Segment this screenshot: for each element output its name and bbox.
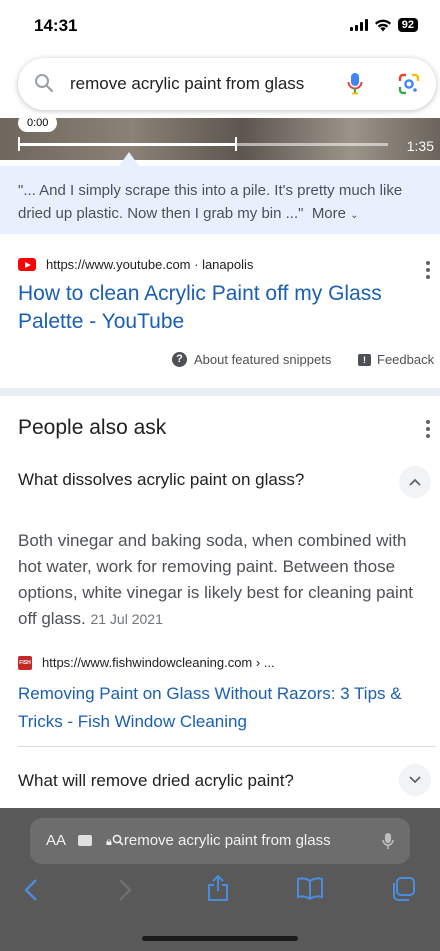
chevron-down-icon: ⌄: [350, 210, 359, 221]
voice-search-mic-icon[interactable]: [347, 72, 363, 96]
paa-answer-date: 21 Jul 2021: [90, 611, 163, 627]
paa-answer: Both vinegar and baking soda, when combi…: [18, 528, 434, 632]
back-arrow-icon[interactable]: [24, 878, 38, 902]
more-button[interactable]: More ⌄: [312, 205, 359, 222]
snippet-text: "... And I simply scrape this into a pil…: [18, 179, 426, 227]
paa-divider: [18, 746, 436, 747]
feedback-icon: !: [358, 353, 371, 366]
browser-toolbar: AA 🔒︎ remove acrylic paint from glass: [0, 808, 440, 951]
search-query[interactable]: remove acrylic paint from glass: [70, 74, 304, 94]
clip-start-marker: [18, 137, 20, 151]
result-title-link[interactable]: How to clean Acrylic Paint off my Glass …: [18, 280, 428, 336]
section-divider: [0, 388, 440, 396]
clip-end-marker: [235, 137, 238, 151]
about-label: About featured snippets: [194, 352, 332, 367]
status-bar: 14:31 92: [0, 0, 440, 54]
more-label: More: [311, 205, 346, 222]
status-icons: 92: [349, 18, 418, 32]
people-also-ask-heading: People also ask: [18, 416, 167, 439]
paa-answer-source[interactable]: FISH https://www.fishwindowcleaning.com …: [18, 655, 275, 670]
forward-arrow-icon[interactable]: [118, 878, 132, 902]
status-time: 14:31: [34, 16, 78, 35]
featured-snippet: "... And I simply scrape this into a pil…: [0, 166, 440, 234]
video-current-time: 0:00: [18, 114, 58, 132]
result-more-options-icon[interactable]: [426, 261, 430, 279]
feedback-link[interactable]: ! Feedback: [358, 352, 434, 367]
paa-answer-title-link[interactable]: Removing Paint on Glass Without Razors: …: [18, 680, 418, 736]
address-bar[interactable]: AA 🔒︎ remove acrylic paint from glass: [30, 818, 410, 864]
extension-icon[interactable]: [78, 835, 92, 846]
paa-more-options-icon[interactable]: [426, 420, 430, 438]
snippet-pointer: [119, 152, 139, 166]
battery-indicator: 92: [397, 18, 418, 32]
help-icon: ?: [172, 352, 187, 367]
paa-answer-source-url: https://www.fishwindowcleaning.com › ...: [42, 655, 275, 670]
video-duration: 1:35: [406, 138, 434, 154]
paa-answer-text: Both vinegar and baking soda, when combi…: [18, 531, 413, 628]
reader-options-button[interactable]: AA: [46, 832, 66, 849]
microphone-icon[interactable]: [382, 832, 394, 850]
video-scrubber[interactable]: [18, 137, 388, 151]
search-bar[interactable]: remove acrylic paint from glass: [18, 58, 436, 110]
google-lens-icon[interactable]: [398, 73, 420, 95]
home-indicator[interactable]: [142, 936, 298, 941]
tabs-icon[interactable]: [390, 876, 416, 902]
address-query: remove acrylic paint from glass: [123, 832, 331, 849]
search-icon: [35, 74, 54, 93]
bookmarks-icon[interactable]: [296, 876, 324, 900]
result-source[interactable]: https://www.youtube.com · lanapolis: [18, 257, 253, 272]
video-player[interactable]: 0:00 1:35: [0, 114, 440, 160]
chevron-down-icon[interactable]: [399, 764, 431, 796]
address-bar-text[interactable]: 🔒︎ remove acrylic paint from glass: [106, 832, 331, 849]
paa-question-2[interactable]: What will remove dried acrylic paint?: [18, 771, 294, 791]
youtube-icon: [18, 258, 36, 271]
feedback-label: Feedback: [377, 352, 435, 367]
wifi-icon: [374, 19, 391, 31]
chevron-up-icon[interactable]: [399, 466, 431, 498]
result-source-url: https://www.youtube.com · lanapolis: [46, 257, 254, 272]
about-featured-snippets-link[interactable]: ? About featured snippets: [172, 352, 331, 367]
cellular-signal-icon: [349, 19, 368, 31]
paa-question-1[interactable]: What dissolves acrylic paint on glass?: [18, 470, 304, 490]
share-icon[interactable]: [206, 874, 230, 902]
video-progress-fill: [18, 143, 237, 146]
browser-nav: [0, 872, 440, 912]
fish-window-cleaning-favicon: FISH: [18, 655, 32, 670]
search-small-icon: [112, 834, 124, 846]
